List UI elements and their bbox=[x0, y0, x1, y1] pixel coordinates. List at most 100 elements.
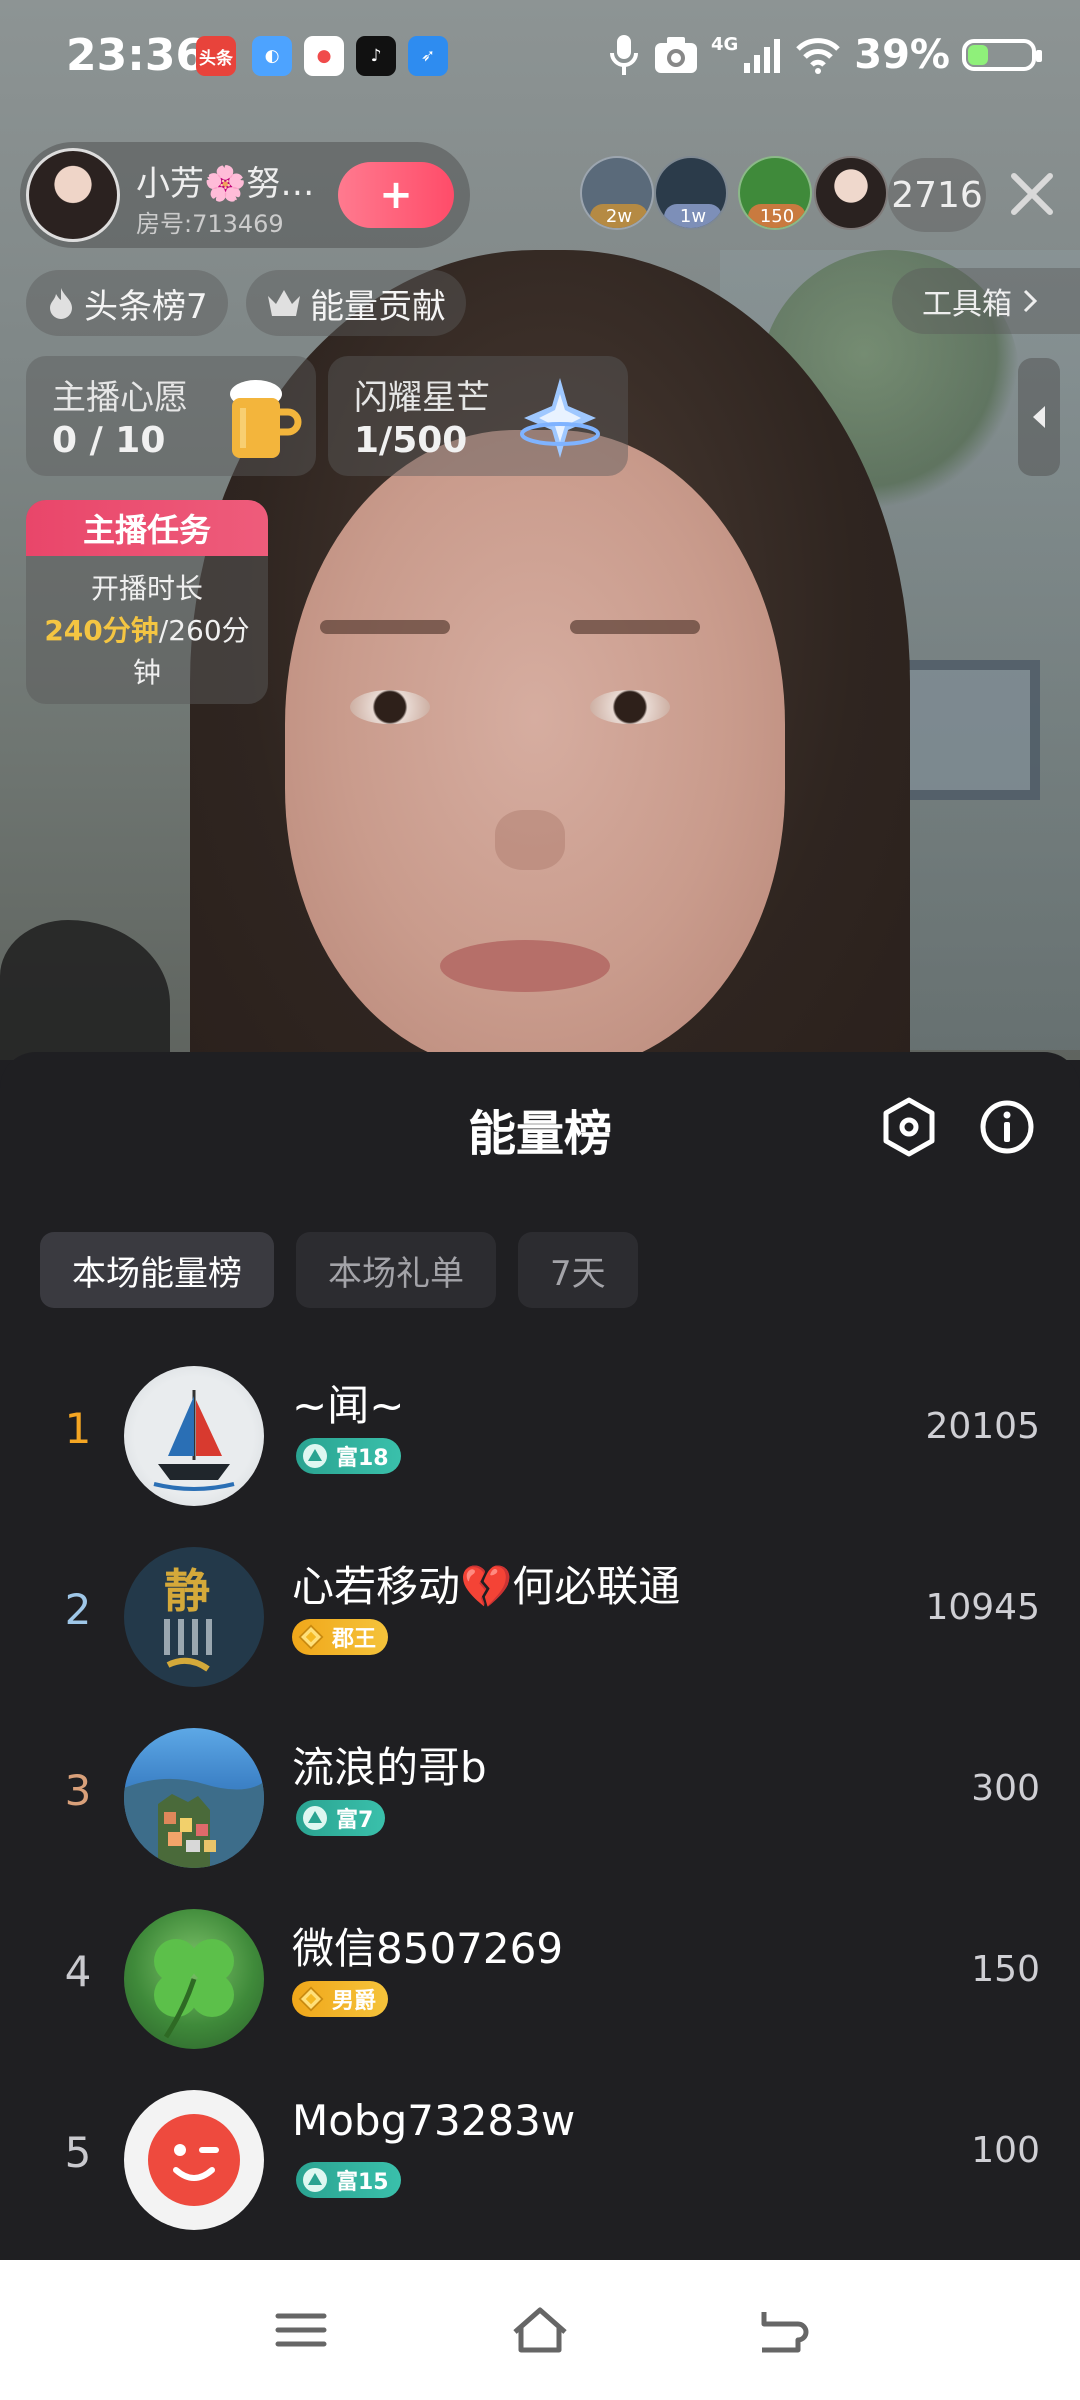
follow-button[interactable]: + bbox=[338, 162, 454, 228]
triangle-level-icon bbox=[303, 2168, 327, 2192]
live-room-screen: 23:36 头条 ◐ ● ♪ ➶ 4G 39% 小芳🌸努… 房号:713469 … bbox=[0, 0, 1080, 2400]
headline-rank-chip[interactable]: 头条榜7 bbox=[26, 270, 228, 336]
user-avatar[interactable] bbox=[124, 1366, 264, 1506]
task-label: 开播时长 bbox=[90, 572, 203, 605]
svg-text:静: 静 bbox=[164, 1564, 210, 1618]
maps-app-icon: ● bbox=[304, 36, 344, 76]
room-id: 房号:713469 bbox=[136, 210, 284, 238]
shining-star-title: 闪耀星芒 bbox=[354, 378, 490, 418]
ranking-row[interactable]: 5 Mobg73283w 富15 100 bbox=[0, 2076, 1080, 2246]
tab-current-gift-list[interactable]: 本场礼单 bbox=[296, 1232, 496, 1308]
top-viewer-avatar[interactable] bbox=[814, 156, 888, 230]
host-task-header: 主播任务 bbox=[26, 500, 268, 556]
badge-label: 富15 bbox=[336, 2170, 389, 2195]
rank-number: 5 bbox=[64, 2128, 92, 2177]
calligraphy-avatar-icon: 静 bbox=[164, 1564, 212, 1672]
battery-percentage: 39% bbox=[854, 32, 950, 78]
close-icon[interactable] bbox=[1002, 164, 1062, 224]
user-name[interactable]: 流浪的哥b bbox=[292, 1734, 487, 1795]
microphone-icon bbox=[609, 35, 638, 75]
toutiao-app-icon: 头条 bbox=[196, 36, 236, 76]
energy-ranking-sheet: 能量榜 本场能量榜 本场礼单 7天 1 ~闻~ 富18 20105 2 静 心若… bbox=[0, 1052, 1080, 2260]
energy-score: 20105 bbox=[925, 1406, 1040, 1447]
ranking-row[interactable]: 1 ~闻~ 富18 20105 bbox=[0, 1352, 1080, 1522]
clover-icon bbox=[154, 1939, 234, 2039]
menu-icon[interactable] bbox=[266, 2300, 336, 2360]
user-avatar[interactable] bbox=[124, 1728, 264, 1868]
status-bar: 23:36 头条 ◐ ● ♪ ➶ 4G 39% bbox=[0, 0, 1080, 110]
chevron-left-icon bbox=[1033, 406, 1045, 428]
ranking-row[interactable]: 4 微信8507269 男爵 150 bbox=[0, 1895, 1080, 2065]
rank-number: 1 bbox=[64, 1404, 92, 1453]
ranking-tabs: 本场能量榜 本场礼单 7天 bbox=[40, 1232, 638, 1308]
beer-mug-icon bbox=[230, 380, 302, 458]
host-name[interactable]: 小芳🌸努… bbox=[136, 156, 314, 205]
top-viewer-avatar[interactable]: 1w bbox=[654, 156, 728, 230]
diamond-noble-icon bbox=[298, 1986, 324, 2012]
user-avatar[interactable] bbox=[124, 2090, 264, 2230]
viewer-rank-tag: 1w bbox=[664, 204, 722, 228]
wink-face-icon bbox=[148, 2114, 240, 2206]
user-name[interactable]: Mobg73283w bbox=[292, 2096, 575, 2145]
badge-label: 富7 bbox=[336, 1808, 374, 1833]
host-task-card[interactable]: 主播任务 开播时长 240分钟/260分钟 bbox=[26, 500, 268, 704]
status-time: 23:36 bbox=[66, 30, 207, 81]
camera-icon bbox=[654, 37, 697, 73]
energy-score: 10945 bbox=[925, 1587, 1040, 1628]
signal-icon bbox=[744, 39, 781, 73]
viewer-rank-tag: 2w bbox=[590, 204, 648, 228]
triangle-level-icon bbox=[303, 1806, 327, 1830]
wealth-level-badge: 富18 bbox=[296, 1438, 401, 1474]
wallet-app-icon: ◐ bbox=[252, 36, 292, 76]
host-avatar[interactable] bbox=[26, 148, 120, 242]
home-icon[interactable] bbox=[505, 2300, 575, 2360]
side-panel-handle[interactable] bbox=[1018, 358, 1060, 476]
badge-label: 男爵 bbox=[332, 1989, 377, 2014]
user-name[interactable]: ~闻~ bbox=[292, 1372, 404, 1433]
user-avatar[interactable]: 静 bbox=[124, 1547, 264, 1687]
energy-score: 150 bbox=[971, 1949, 1040, 1990]
shining-star-card[interactable]: 闪耀星芒 1/500 bbox=[328, 356, 628, 476]
user-name[interactable]: 微信8507269 bbox=[292, 1915, 563, 1976]
noble-title-badge: 男爵 bbox=[292, 1981, 389, 2017]
noble-title-badge: 郡王 bbox=[292, 1619, 389, 1655]
back-icon[interactable] bbox=[746, 2300, 816, 2360]
info-icon[interactable] bbox=[974, 1094, 1040, 1160]
ranking-row[interactable]: 2 静 心若移动💔何必联通 郡王 10945 bbox=[0, 1533, 1080, 1703]
battery-icon bbox=[962, 39, 1042, 71]
ranking-row[interactable]: 3 流浪的哥b 富7 300 bbox=[0, 1714, 1080, 1884]
host-wish-title: 主播心愿 bbox=[52, 378, 188, 418]
user-avatar[interactable] bbox=[124, 1909, 264, 2049]
viewer-rank-tag: 150 bbox=[748, 204, 806, 228]
wealth-level-badge: 富15 bbox=[296, 2162, 401, 2198]
badge-label: 郡王 bbox=[332, 1627, 377, 1652]
tab-current-energy-rank[interactable]: 本场能量榜 bbox=[40, 1232, 274, 1308]
sailboat-icon bbox=[153, 1390, 235, 1491]
energy-score: 100 bbox=[971, 2130, 1040, 2171]
host-wish-progress: 0 / 10 bbox=[52, 420, 166, 461]
energy-score: 300 bbox=[971, 1768, 1040, 1809]
energy-contribution-label: 能量贡献 bbox=[310, 286, 446, 327]
host-wish-card[interactable]: 主播心愿 0 / 10 bbox=[26, 356, 316, 476]
follow-plus-label: + bbox=[379, 172, 413, 218]
user-name[interactable]: 心若移动💔何必联通 bbox=[292, 1553, 680, 1614]
top-viewer-avatar[interactable]: 2w bbox=[580, 156, 654, 230]
crown-icon bbox=[268, 290, 300, 316]
rank-number: 4 bbox=[64, 1947, 92, 1996]
viewer-count[interactable]: 2716 bbox=[888, 158, 986, 232]
shining-star-progress: 1/500 bbox=[354, 420, 468, 461]
rank-number: 3 bbox=[64, 1766, 92, 1815]
rank-number: 2 bbox=[64, 1585, 92, 1634]
star-badge-icon bbox=[520, 378, 600, 458]
energy-contribution-chip[interactable]: 能量贡献 bbox=[246, 270, 466, 336]
triangle-level-icon bbox=[303, 1444, 327, 1468]
toolbox-label: 工具箱 bbox=[922, 287, 1012, 322]
host-info-pill[interactable]: 小芳🌸努… 房号:713469 + bbox=[20, 142, 470, 248]
toolbox-button[interactable]: 工具箱 bbox=[892, 268, 1080, 334]
network-type: 4G bbox=[710, 34, 739, 55]
wifi-icon bbox=[796, 38, 841, 74]
diamond-noble-icon bbox=[298, 1624, 324, 1650]
tab-seven-days[interactable]: 7天 bbox=[518, 1232, 638, 1308]
top-viewer-avatar[interactable]: 150 bbox=[738, 156, 812, 230]
hexagon-settings-icon[interactable] bbox=[876, 1094, 942, 1160]
